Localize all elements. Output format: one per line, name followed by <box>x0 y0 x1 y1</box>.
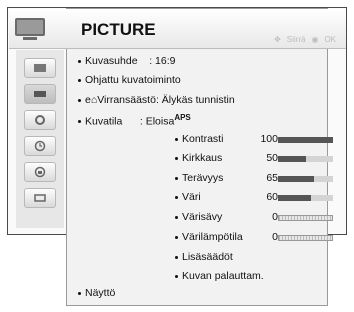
menu-item-ohjattu[interactable]: Ohjattu kuvatoiminto <box>78 74 181 86</box>
sidebar-item-clock[interactable] <box>24 136 56 156</box>
submenu-item-kontrasti[interactable]: Kontrasti <box>175 133 223 145</box>
bullet <box>78 98 81 102</box>
level-bar[interactable] <box>278 156 333 162</box>
submenu-item-v-ril-mp-tila[interactable]: Värilämpötila <box>175 231 243 243</box>
submenu-item-v-ris-vy[interactable]: Värisävy <box>175 211 222 223</box>
bullet <box>175 156 178 160</box>
bullet <box>175 235 178 239</box>
bullet <box>78 78 81 82</box>
sidebar-item-lock[interactable] <box>24 162 56 182</box>
bullet <box>175 255 178 259</box>
submenu-item-ter-vyys[interactable]: Terävyys <box>175 172 223 184</box>
submenu-item-kirkkaus[interactable]: Kirkkaus <box>175 152 222 164</box>
menu-item-kuvatila[interactable]: Kuvatila : EloisaAPS <box>78 113 191 128</box>
bullet <box>78 120 81 124</box>
bullet <box>175 195 178 199</box>
aps-icon: APS <box>174 113 191 122</box>
menu-item-kuvasuhde[interactable]: Kuvasuhde : 16:9 <box>78 55 176 67</box>
level-bar[interactable] <box>278 215 333 221</box>
page-title: PICTURE <box>81 20 156 39</box>
menu-item-naytto[interactable]: Näyttö <box>78 287 115 299</box>
hint-move-label: Siirrä <box>286 35 306 44</box>
level-bar[interactable] <box>278 195 333 201</box>
value-label: 60 <box>266 191 278 203</box>
sidebar-item-settings[interactable] <box>24 110 56 130</box>
submenu-item-kuvan-palauttam-[interactable]: Kuvan palauttam. <box>175 270 264 282</box>
value-label: 65 <box>266 172 278 184</box>
ok-icon: ◉ <box>311 35 319 44</box>
value-label: 0 <box>272 231 278 243</box>
sidebar <box>16 50 64 228</box>
level-bar[interactable] <box>278 176 333 182</box>
eco-icon: e⌂ <box>85 94 98 106</box>
picture-icon <box>13 15 47 43</box>
bullet <box>175 215 178 219</box>
bullet <box>78 291 81 295</box>
menu-item-virransaasto[interactable]: e⌂Virransäästö: Älykäs tunnistin <box>78 94 235 106</box>
nav-hint: ✥ Siirrä ◉ OK <box>274 35 336 44</box>
value-label: 0 <box>272 211 278 223</box>
menu-header: PICTURE ✥ Siirrä ◉ OK <box>9 9 346 49</box>
sidebar-item-tv[interactable] <box>24 84 56 104</box>
level-bar[interactable] <box>278 137 333 143</box>
sidebar-item-input[interactable] <box>24 188 56 208</box>
value-label: 100 <box>260 133 278 145</box>
value-label: 50 <box>266 152 278 164</box>
bullet <box>175 274 178 278</box>
hint-ok-label: OK <box>324 35 336 44</box>
bullet <box>175 137 178 141</box>
sidebar-item-picture[interactable] <box>24 58 56 78</box>
bullet <box>78 59 81 63</box>
submenu-item-v-ri[interactable]: Väri <box>175 191 201 203</box>
level-bar[interactable] <box>278 235 333 241</box>
bullet <box>175 176 178 180</box>
submenu-item-lis-s-d-t[interactable]: Lisäsäädöt <box>175 251 233 263</box>
move-icon: ✥ <box>274 35 281 44</box>
